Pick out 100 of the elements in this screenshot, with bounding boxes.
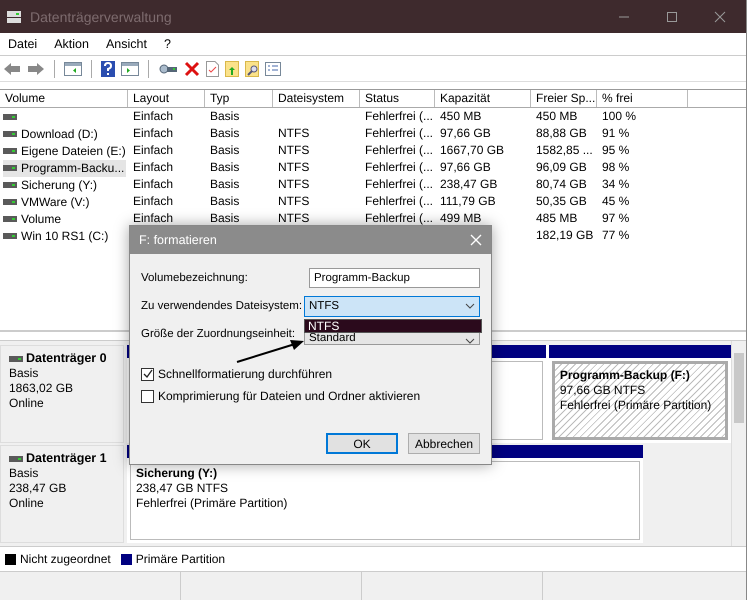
table-cell: NTFS: [278, 160, 310, 174]
volume-cell[interactable]: Download (D:): [3, 126, 100, 142]
partition-status: Fehlerfrei (Primäre Partition): [136, 496, 288, 511]
field-label: Größe der Zuordnungseinheit:: [141, 328, 296, 340]
table-cell: 111,79 GB: [440, 194, 496, 208]
volume-cell[interactable]: Programm-Backu...: [3, 160, 126, 176]
dialog-title: F: formatieren: [139, 233, 217, 247]
table-cell: Basis: [210, 126, 240, 140]
menu-item[interactable]: ?: [164, 37, 171, 51]
drive-icon[interactable]: [158, 62, 178, 76]
delete-icon[interactable]: [184, 60, 200, 76]
volume-cell[interactable]: VMWare (V:): [3, 194, 92, 210]
forward-icon[interactable]: [27, 62, 45, 76]
menu-item[interactable]: Datei: [8, 37, 38, 51]
table-cell: 97 %: [602, 211, 630, 225]
back-icon[interactable]: [3, 62, 21, 76]
table-cell: Basis: [210, 143, 240, 157]
drive-icon: [9, 456, 23, 462]
checkbox[interactable]: Komprimierung für Dateien und Ordner aktivieren: [141, 389, 480, 403]
partition-name: Programm-Backup (F:): [560, 368, 691, 383]
folder-search-icon[interactable]: [245, 60, 259, 76]
help-icon[interactable]: [101, 60, 115, 76]
table-cell: Fehlerfrei (...: [365, 160, 434, 174]
volume-cell[interactable]: Eigene Dateien (E:): [3, 142, 128, 160]
partition-block[interactable]: Programm-Backup (F:) 97,66 GB NTFS Fehlerfrei (Primäre Partition): [552, 361, 728, 440]
drive-icon: [3, 148, 17, 154]
file-system-dropdown[interactable]: NTFS: [304, 296, 480, 316]
table-cell: 100 %: [602, 109, 636, 123]
column-header[interactable]: Layout: [128, 90, 205, 107]
table-cell: 1667,70 GB: [440, 143, 504, 157]
table-cell: Basis: [210, 160, 240, 174]
table-cell: Einfach: [133, 194, 174, 208]
panel-icon[interactable]: [64, 62, 82, 76]
chevron-down-icon: [465, 338, 475, 344]
table-cell: 50,35 GB: [536, 194, 587, 208]
disk-status: Online: [9, 496, 45, 511]
table-cell: 80,74 GB: [536, 177, 587, 191]
folder-up-icon[interactable]: [225, 60, 239, 76]
column-header[interactable]: % frei: [597, 90, 688, 107]
column-header[interactable]: Dateisystem: [273, 90, 360, 107]
disk-name: Datenträger 0: [26, 351, 107, 366]
panel-icon[interactable]: [121, 62, 139, 76]
column-header[interactable]: Kapazität: [435, 90, 531, 107]
volume-cell[interactable]: Volume: [3, 210, 64, 228]
drive-icon: [3, 131, 17, 137]
checklist-icon[interactable]: [265, 62, 281, 76]
table-cell: NTFS: [278, 211, 310, 225]
menu-item[interactable]: Aktion: [54, 37, 89, 51]
column-header[interactable]: Volume: [0, 90, 128, 107]
drive-icon: [3, 114, 17, 120]
table-cell: Fehlerfrei (...: [365, 177, 434, 191]
legend-label: Primäre Partition: [136, 552, 226, 566]
table-cell: 96,09 GB: [536, 160, 587, 174]
table-cell: Einfach: [133, 126, 174, 140]
dialog-button[interactable]: Abbrechen: [408, 433, 480, 454]
checkbox-box[interactable]: [141, 390, 154, 402]
table-cell: Fehlerfrei (...: [365, 194, 434, 208]
table-cell: 45 %: [602, 194, 630, 208]
disk-size: 1863,02 GB: [9, 381, 74, 396]
table-cell: 97,66 GB: [440, 160, 491, 174]
chevron-down-icon: [465, 303, 475, 309]
volume-cell[interactable]: Win 10 RS1 (C:): [3, 228, 110, 244]
window-title: Datenträgerverwaltung: [30, 8, 172, 24]
field-label: Zu verwendendes Dateisystem:: [141, 300, 302, 312]
disk-type: Basis: [9, 466, 40, 481]
table-cell: 88,88 GB: [536, 126, 587, 140]
scrollbar[interactable]: [731, 341, 746, 546]
table-cell: 1582,85 ...: [536, 143, 593, 157]
table-cell: NTFS: [278, 177, 310, 191]
table-cell: Basis: [210, 109, 240, 123]
volume-cell[interactable]: [3, 114, 19, 120]
column-header[interactable]: Status: [360, 90, 435, 107]
dialog-button[interactable]: OK: [326, 433, 398, 454]
table-cell: Fehlerfrei (...: [365, 126, 434, 140]
legend-label: Nicht zugeordnet: [20, 552, 111, 566]
table-cell: Einfach: [133, 177, 174, 191]
maximize-icon[interactable]: [666, 10, 678, 22]
checkbox-box[interactable]: [141, 368, 154, 380]
document-check-icon[interactable]: [206, 60, 219, 76]
table-cell: Einfach: [133, 143, 174, 157]
app-icon: [6, 10, 22, 24]
disk-name: Datenträger 1: [26, 451, 107, 466]
partition-block[interactable]: Sicherung (Y:) 238,47 GB NTFS Fehlerfrei (Primäre Partition): [130, 461, 640, 540]
table-cell: Einfach: [133, 211, 174, 225]
drive-icon: [3, 216, 17, 222]
table-cell: Fehlerfrei (...: [365, 211, 434, 225]
volume-name-field[interactable]: Programm-Backup: [309, 268, 480, 288]
volume-cell[interactable]: Sicherung (Y:): [3, 176, 100, 194]
close-icon[interactable]: [714, 10, 726, 22]
table-cell: 499 MB: [440, 211, 482, 225]
column-header[interactable]: Freier Sp...: [531, 90, 597, 107]
partition-status: Fehlerfrei (Primäre Partition): [560, 398, 712, 413]
table-cell: 450 MB: [536, 109, 578, 123]
drive-icon: [3, 165, 17, 171]
menu-item[interactable]: Ansicht: [106, 37, 147, 51]
column-header[interactable]: Typ: [205, 90, 273, 107]
table-cell: Einfach: [133, 109, 174, 123]
table-cell: 34 %: [602, 177, 630, 191]
arrow-drawing: [235, 338, 305, 364]
checkbox[interactable]: Schnellformatierung durchführen: [141, 367, 480, 381]
